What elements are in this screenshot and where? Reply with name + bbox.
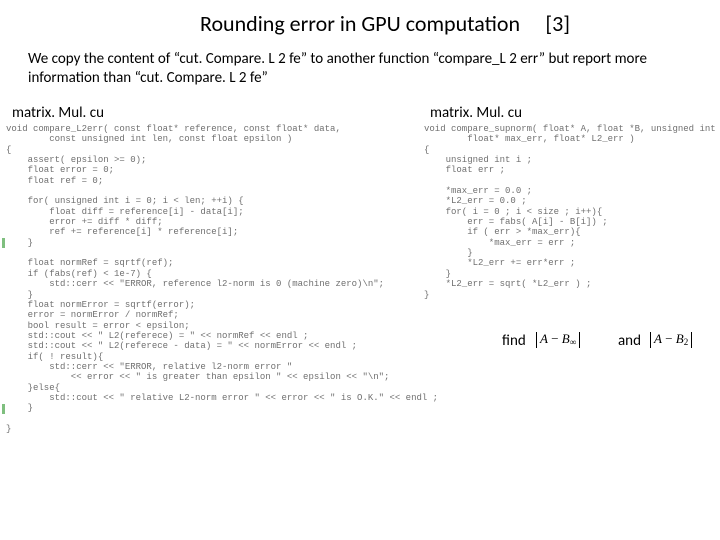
find-label: find bbox=[502, 332, 526, 350]
and-label: and bbox=[618, 332, 641, 350]
caption-left: matrix. Mul. cu bbox=[12, 104, 104, 122]
norm-2-expr: A − B bbox=[654, 331, 684, 346]
code-left-text: void compare_L2err( const float* referen… bbox=[6, 124, 414, 434]
code-right-text: void compare_supnorm( float* A, float *B… bbox=[424, 124, 716, 300]
change-bar-icon bbox=[2, 404, 5, 414]
code-block-left: void compare_L2err( const float* referen… bbox=[6, 124, 414, 434]
change-bar-icon bbox=[2, 238, 5, 248]
norm-inf-sub: ∞ bbox=[570, 337, 576, 347]
slide-title: Rounding error in GPU computation bbox=[200, 10, 520, 37]
norm-inf-expr: A − B bbox=[540, 331, 570, 346]
caption-right: matrix. Mul. cu bbox=[430, 104, 522, 122]
norm-2: A − B2 bbox=[650, 332, 692, 348]
code-block-right: void compare_supnorm( float* A, float *B… bbox=[424, 124, 716, 300]
slide-index: [3] bbox=[545, 10, 570, 37]
norm-2-sub: 2 bbox=[684, 337, 689, 347]
norm-inf: A − B∞ bbox=[536, 332, 580, 348]
body-text: We copy the content of “cut. Compare. L … bbox=[28, 50, 668, 88]
